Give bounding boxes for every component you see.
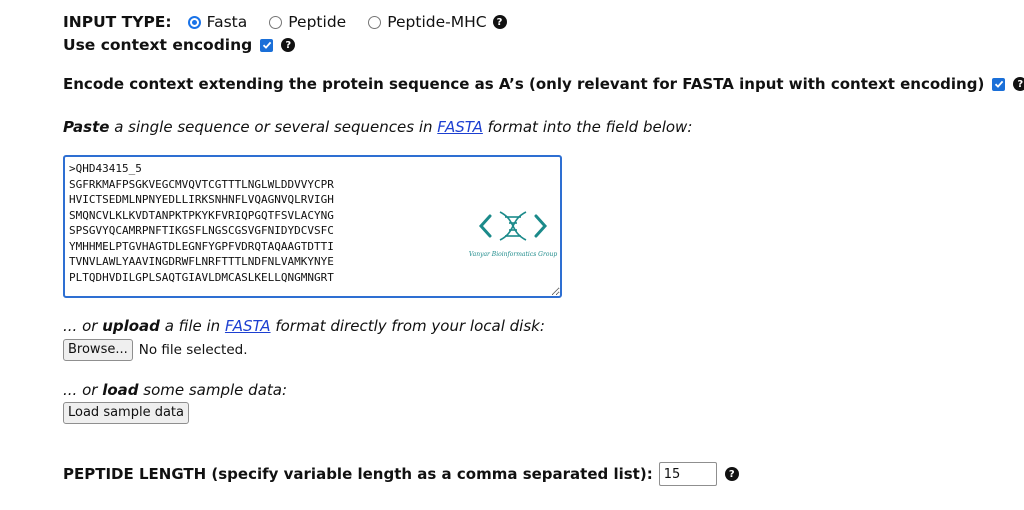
load-sample-button[interactable]: Load sample data (63, 402, 189, 424)
context-encoding-checkbox[interactable] (260, 38, 274, 52)
help-icon[interactable]: ? (1013, 77, 1024, 91)
load-bold: load (102, 381, 139, 399)
input-type-row: INPUT TYPE: Fasta Peptide Peptide-MHC ? (63, 12, 507, 32)
encode-context-label: Encode context extending the protein seq… (63, 75, 985, 93)
paste-bold: Paste (63, 118, 110, 136)
load-end: some sample data: (138, 381, 288, 399)
upload-mid: a file in (159, 317, 225, 335)
fasta-link[interactable]: FASTA (437, 118, 483, 136)
upload-bold: upload (102, 317, 160, 335)
encode-context-checkbox[interactable] (992, 77, 1006, 91)
browse-button[interactable]: Browse... (63, 339, 133, 361)
check-icon (262, 41, 272, 49)
watermark-logo: Vanyar Bioinformatics Group (468, 206, 558, 258)
radio-peptide-mhc[interactable] (368, 15, 382, 29)
help-glyph: ? (496, 16, 503, 28)
peptide-length-row: PEPTIDE LENGTH (specify variable length … (63, 462, 739, 486)
dna-logo-icon (478, 211, 548, 241)
paste-mid: a single sequence or several sequences i… (109, 118, 438, 136)
check-icon (994, 80, 1004, 88)
help-icon[interactable]: ? (281, 38, 296, 52)
upload-instruction: ... or upload a file in FASTA format dir… (63, 316, 545, 336)
radio-peptide-label[interactable]: Peptide (288, 13, 346, 31)
input-type-label: INPUT TYPE: (63, 13, 172, 31)
peptide-length-label: PEPTIDE LENGTH (specify variable length … (63, 465, 653, 483)
radio-fasta[interactable] (187, 15, 201, 29)
encode-context-row: Encode context extending the protein seq… (63, 74, 1024, 94)
upload-end: format directly from your local disk: (270, 317, 545, 335)
help-glyph: ? (728, 468, 735, 480)
paste-end: format into the field below: (482, 118, 693, 136)
upload-pre: ... or (63, 317, 103, 335)
help-glyph: ? (285, 39, 292, 51)
radio-peptide-mhc-label[interactable]: Peptide-MHC (387, 13, 486, 31)
context-encoding-row: Use context encoding ? (63, 35, 296, 55)
fasta-link-upload[interactable]: FASTA (225, 317, 271, 335)
watermark-text: Vanyar Bioinformatics Group (468, 251, 558, 258)
help-icon[interactable]: ? (492, 15, 507, 29)
paste-instruction: Paste a single sequence or several seque… (63, 117, 692, 137)
peptide-length-input[interactable] (658, 462, 717, 486)
file-input: Browse... No file selected. (63, 339, 248, 361)
context-encoding-label: Use context encoding (63, 36, 253, 54)
load-sample-row: Load sample data (63, 402, 189, 424)
load-pre: ... or (63, 381, 103, 399)
load-instruction: ... or load some sample data: (63, 380, 287, 400)
radio-peptide[interactable] (269, 15, 283, 29)
file-status: No file selected. (138, 342, 248, 358)
radio-fasta-label[interactable]: Fasta (207, 13, 248, 31)
help-icon[interactable]: ? (724, 467, 739, 481)
help-glyph: ? (1017, 78, 1024, 90)
